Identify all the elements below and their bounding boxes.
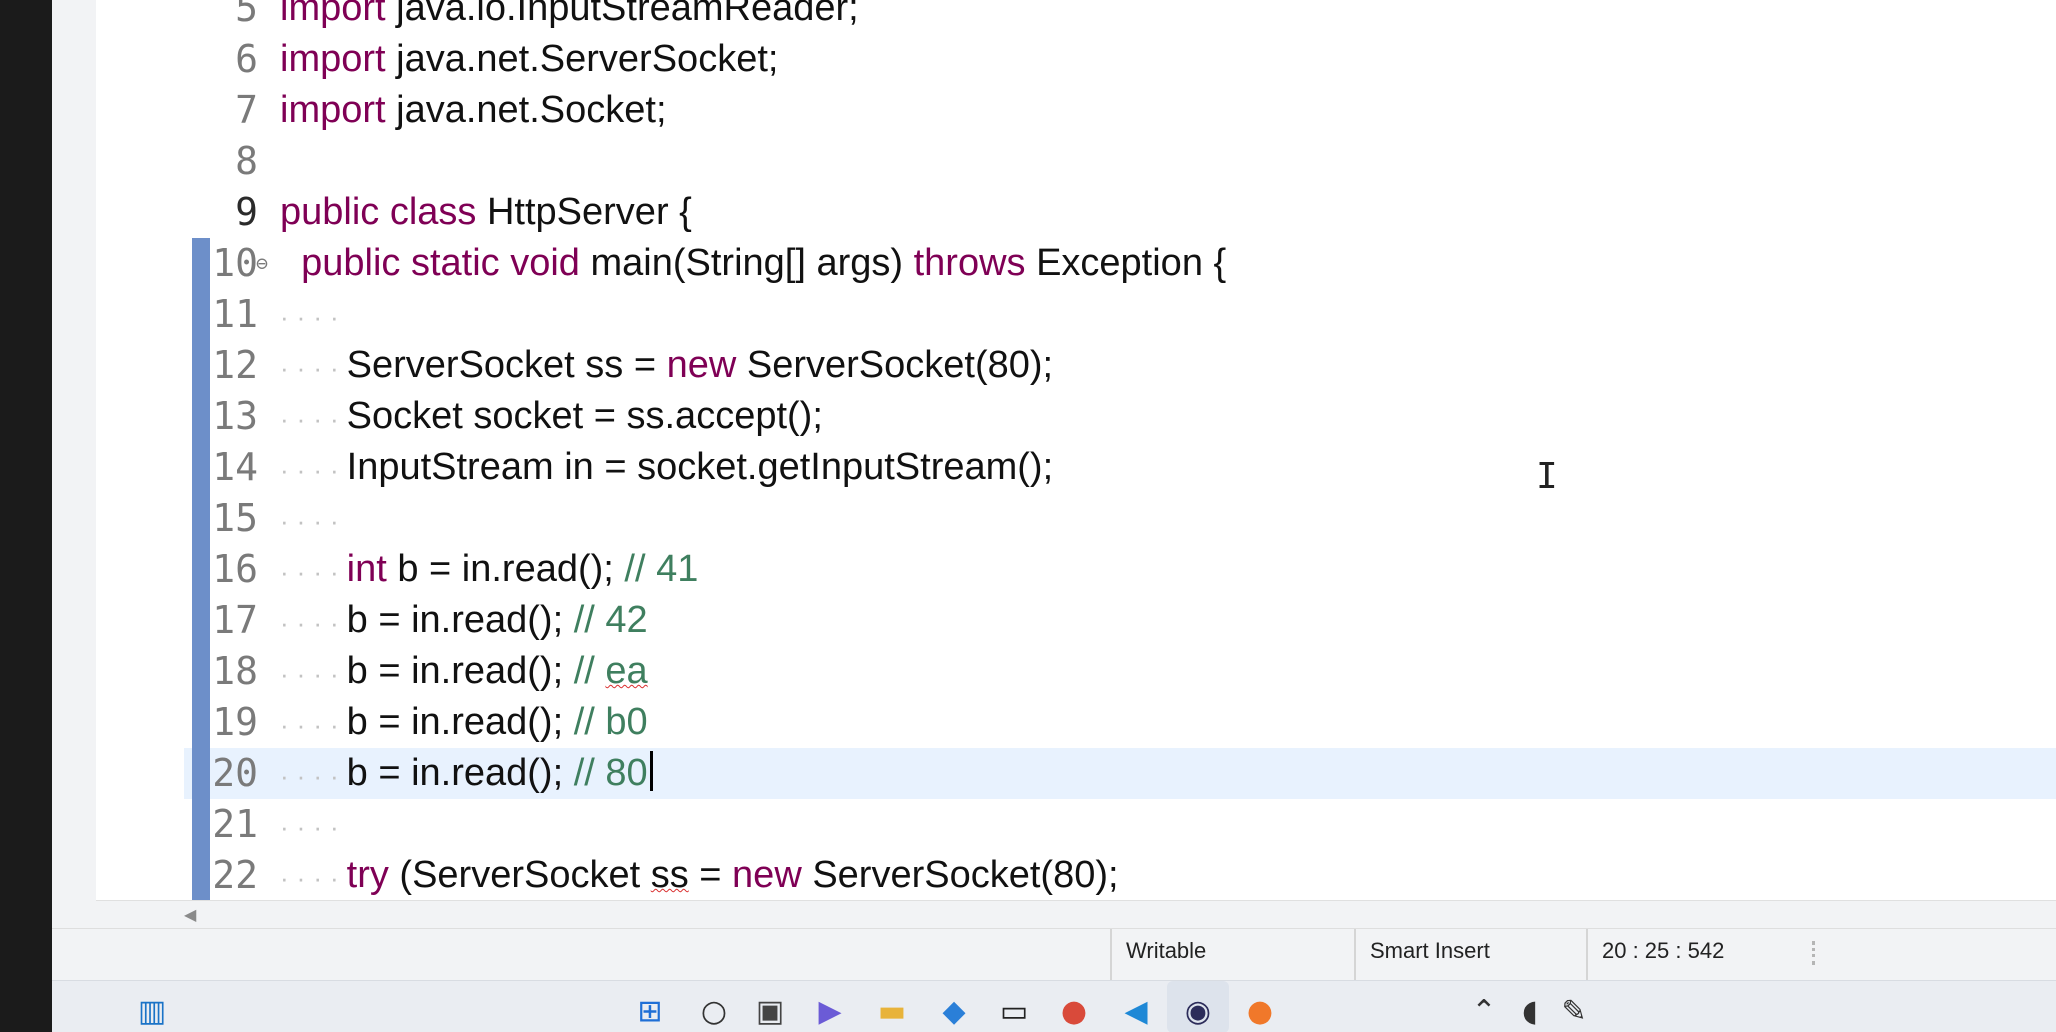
code-text[interactable]: import java.io.InputStreamReader;	[280, 0, 859, 34]
writable-status: Writable	[1110, 929, 1340, 981]
vscode-icon[interactable]: ◀	[1114, 989, 1158, 1032]
code-line[interactable]: 21 ····	[96, 799, 2056, 850]
code-text[interactable]: import java.net.ServerSocket;	[280, 34, 778, 85]
left-window-strip	[0, 0, 52, 1032]
fold-collapse-icon[interactable]: ⊖	[256, 238, 272, 289]
insert-mode-status[interactable]: Smart Insert	[1354, 929, 1586, 981]
pen-icon[interactable]: ✎	[1552, 989, 1596, 1032]
line-number: 8	[235, 139, 258, 183]
change-marker	[192, 799, 210, 850]
widgets-icon[interactable]: ▥	[130, 989, 174, 1032]
code-text[interactable]: ····int b = in.read(); // 41	[280, 544, 698, 595]
change-marker	[192, 646, 210, 697]
code-line[interactable]: 16 ····int b = in.read(); // 41	[96, 544, 2056, 595]
microphone-icon[interactable]: ◖	[1508, 989, 1552, 1032]
change-marker	[192, 748, 210, 799]
firefox-icon[interactable]: ●	[1238, 989, 1282, 1032]
code-text[interactable]: ····b = in.read(); // 42	[280, 595, 648, 646]
horizontal-scrollbar[interactable]: ◀	[96, 900, 2056, 928]
code-text[interactable]: ····b = in.read(); // b0	[280, 697, 648, 748]
code-line[interactable]: 14 ····InputStream in = socket.getInputSt…	[96, 442, 2056, 493]
code-line[interactable]: 17 ····b = in.read(); // 42	[96, 595, 2056, 646]
terminal-icon[interactable]: ▭	[992, 989, 1036, 1032]
text-cursor-icon: I	[1536, 456, 1558, 497]
code-line[interactable]: 10 ⊖ public static void main(String[] arg…	[96, 238, 2056, 289]
line-number: 6	[235, 37, 258, 81]
cursor-position-status: 20 : 25 : 542	[1586, 929, 1816, 981]
tray-chevron-up-icon[interactable]: ⌃	[1462, 989, 1506, 1032]
code-text[interactable]: public class HttpServer {	[280, 187, 692, 238]
line-number: 9	[235, 190, 258, 234]
code-line[interactable]: 5 import java.io.InputStreamReader;	[96, 0, 2056, 34]
code-text[interactable]: ····b = in.read(); // 80	[280, 748, 653, 799]
search-icon[interactable]: ○	[692, 989, 736, 1032]
code-line[interactable]: 20 ····b = in.read(); // 80	[184, 748, 2056, 799]
code-line[interactable]: 13 ····Socket socket = ss.accept();	[96, 391, 2056, 442]
code-text[interactable]: ····b = in.read(); // ea	[280, 646, 648, 697]
code-text[interactable]: ····ServerSocket ss = new ServerSocket(8…	[280, 340, 1053, 391]
change-marker	[192, 544, 210, 595]
status-grip[interactable]	[1812, 941, 1816, 965]
code-line[interactable]: 11 ····	[96, 289, 2056, 340]
status-bar: Writable Smart Insert 20 : 25 : 542	[52, 928, 2056, 981]
file-explorer-icon[interactable]: ▬	[870, 989, 914, 1032]
change-marker	[192, 391, 210, 442]
code-line[interactable]: 9 public class HttpServer {	[96, 187, 2056, 238]
code-line[interactable]: 12 ····ServerSocket ss = new ServerSocket…	[96, 340, 2056, 391]
chrome-icon[interactable]: ●	[1052, 989, 1096, 1032]
code-line[interactable]: 15 ····	[96, 493, 2056, 544]
line-number: 5	[235, 0, 258, 30]
change-marker	[192, 289, 210, 340]
eclipse-icon[interactable]: ◉	[1176, 989, 1220, 1032]
code-line[interactable]: 22✖····try (ServerSocket ss = new Server…	[96, 850, 2056, 900]
task-view-icon[interactable]: ▣	[748, 989, 792, 1032]
code-editor[interactable]: 5 import java.io.InputStreamReader; 6 impor…	[96, 0, 2056, 900]
code-text[interactable]: ····	[280, 493, 347, 544]
code-line[interactable]: 8	[96, 136, 2056, 187]
azure-icon[interactable]: ◆	[932, 989, 976, 1032]
change-marker	[192, 493, 210, 544]
line-number: 7	[235, 88, 258, 132]
change-marker	[192, 697, 210, 748]
scroll-left-icon[interactable]: ◀	[184, 905, 196, 924]
code-line[interactable]: 19 ····b = in.read(); // b0	[96, 697, 2056, 748]
code-text[interactable]: ····	[280, 799, 347, 850]
change-marker	[192, 340, 210, 391]
change-marker	[192, 442, 210, 493]
code-text[interactable]: public static void main(String[] args) t…	[280, 238, 1226, 289]
code-text[interactable]: ····InputStream in = socket.getInputStre…	[280, 442, 1053, 493]
code-line[interactable]: 7 import java.net.Socket;	[96, 85, 2056, 136]
code-line[interactable]: 6 import java.net.ServerSocket;	[96, 34, 2056, 85]
code-text[interactable]: ····	[280, 289, 347, 340]
code-text[interactable]: import java.net.Socket;	[280, 85, 667, 136]
chat-icon[interactable]: ▶	[808, 989, 852, 1032]
code-text[interactable]: ····Socket socket = ss.accept();	[280, 391, 823, 442]
change-marker	[192, 595, 210, 646]
change-marker	[192, 238, 210, 289]
code-line[interactable]: 18 ····b = in.read(); // ea	[96, 646, 2056, 697]
taskbar: ▥ ⊞ ○ ▣ ▶ ▬ ◆ ▭ ● ◀ ◉ ● ⌃ ◖ ✎	[52, 980, 2056, 1032]
code-text[interactable]: ····try (ServerSocket ss = new ServerSoc…	[280, 850, 1119, 900]
change-marker	[192, 850, 210, 900]
start-icon[interactable]: ⊞	[628, 989, 672, 1032]
